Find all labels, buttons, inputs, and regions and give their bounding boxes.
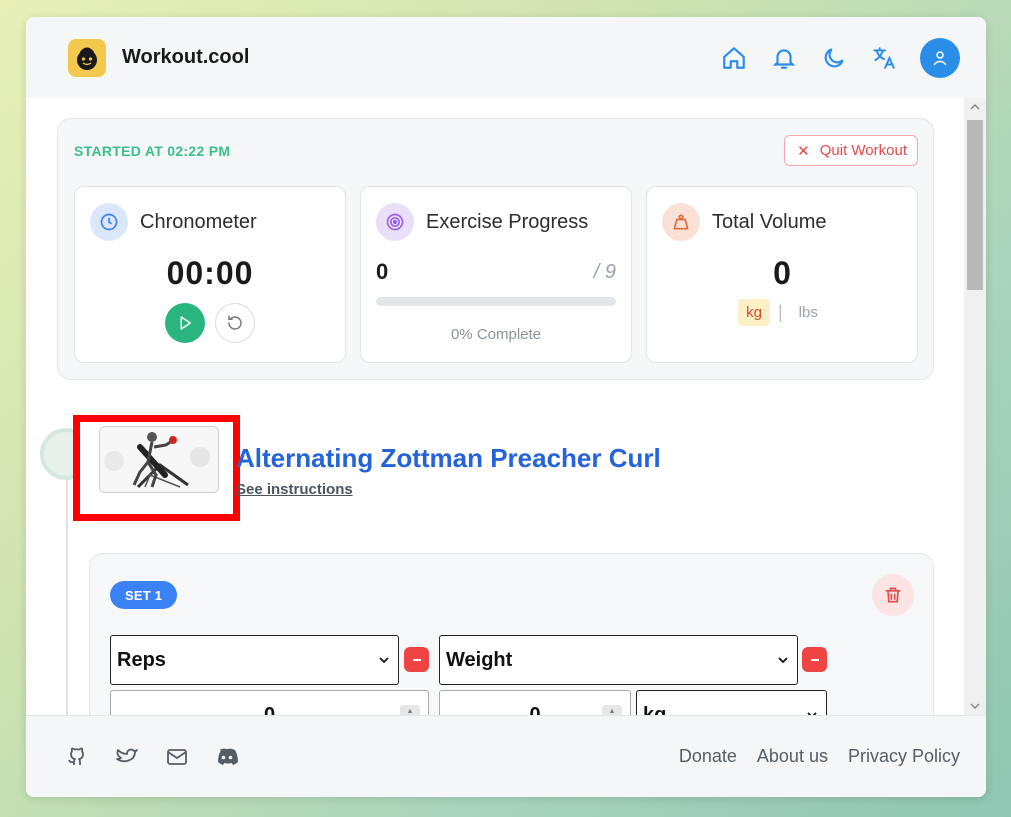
weight-unit-select[interactable]: kg bbox=[636, 690, 827, 715]
exercise-progress-card: Exercise Progress 0 / 9 0% Complete bbox=[360, 186, 632, 363]
scrollbar-thumb[interactable] bbox=[967, 120, 983, 290]
total-volume-value: 0 bbox=[773, 255, 791, 291]
quit-workout-button[interactable]: ✕ Quit Workout bbox=[784, 135, 918, 166]
scroll-up-arrow-icon[interactable] bbox=[964, 98, 986, 116]
weight-input[interactable]: 0 ▲▼ bbox=[439, 690, 631, 715]
started-at-label: STARTED AT 02:22 PM bbox=[74, 143, 231, 159]
trash-icon bbox=[885, 587, 901, 603]
chevron-down-icon bbox=[378, 649, 390, 672]
reps-spinner[interactable]: ▲▼ bbox=[400, 705, 420, 715]
left-field-select-value: Reps bbox=[117, 648, 166, 671]
unit-separator: | bbox=[777, 302, 783, 322]
app-title[interactable]: Workout.cool bbox=[122, 46, 249, 69]
chevron-down-icon bbox=[806, 704, 818, 715]
see-instructions-link[interactable]: See instructions bbox=[236, 481, 353, 498]
unit-kg-toggle[interactable]: kg bbox=[738, 299, 770, 326]
discord-icon[interactable] bbox=[214, 744, 240, 770]
quit-workout-label: Quit Workout bbox=[819, 142, 907, 159]
exercise-thumbnail-image[interactable] bbox=[99, 426, 219, 493]
left-field-select[interactable]: Reps bbox=[110, 635, 399, 685]
kettlebell-logo-icon[interactable] bbox=[68, 38, 106, 77]
chronometer-time: 00:00 bbox=[166, 255, 254, 291]
right-field-select-value: Weight bbox=[446, 648, 513, 671]
chronometer-card: Chronometer 00:00 bbox=[74, 186, 346, 363]
remove-reps-field-button[interactable] bbox=[404, 647, 429, 672]
vertical-scrollbar[interactable] bbox=[964, 98, 986, 715]
progress-done-count: 0 bbox=[376, 259, 389, 284]
total-volume-title: Total Volume bbox=[712, 210, 827, 233]
user-avatar-button[interactable] bbox=[920, 37, 960, 78]
weight-spinner[interactable]: ▲▼ bbox=[602, 705, 622, 715]
reset-button[interactable] bbox=[215, 303, 255, 343]
bell-icon[interactable] bbox=[770, 44, 798, 72]
weight-icon bbox=[662, 203, 700, 241]
about-us-link[interactable]: About us bbox=[757, 746, 828, 767]
weight-input-value: 0 bbox=[529, 703, 541, 716]
mail-icon[interactable] bbox=[164, 744, 190, 770]
total-volume-card: Total Volume 0 kg | lbs bbox=[646, 186, 918, 363]
progress-total-count: / 9 bbox=[593, 261, 616, 283]
set-badge: SET 1 bbox=[110, 581, 178, 609]
clock-icon bbox=[90, 203, 128, 241]
footer: Donate About us Privacy Policy bbox=[26, 715, 986, 797]
github-icon[interactable] bbox=[64, 744, 90, 770]
exercise-timeline bbox=[66, 480, 68, 715]
play-button[interactable] bbox=[165, 303, 205, 343]
right-field-select[interactable]: Weight bbox=[439, 635, 798, 685]
set-card: SET 1 Reps Weight 0 ▲ 0 ▲ kg bbox=[89, 553, 934, 715]
privacy-policy-link[interactable]: Privacy Policy bbox=[848, 746, 960, 767]
donate-link[interactable]: Donate bbox=[679, 746, 737, 767]
target-icon bbox=[376, 203, 414, 241]
exercise-thumbnail-highlight[interactable] bbox=[73, 415, 240, 521]
exercise-progress-title: Exercise Progress bbox=[426, 210, 589, 233]
twitter-icon[interactable] bbox=[114, 744, 140, 770]
chevron-down-icon bbox=[777, 649, 789, 672]
session-summary: STARTED AT 02:22 PM ✕ Quit Workout Chron… bbox=[57, 118, 934, 380]
remove-weight-field-button[interactable] bbox=[802, 647, 827, 672]
chronometer-title: Chronometer bbox=[140, 210, 257, 233]
unit-lbs-toggle[interactable]: lbs bbox=[791, 299, 826, 326]
scroll-down-arrow-icon[interactable] bbox=[964, 697, 986, 715]
exercise-title-link[interactable]: Alternating Zottman Preacher Curl bbox=[236, 443, 661, 474]
home-icon[interactable] bbox=[720, 44, 748, 72]
reps-input-value: 0 bbox=[263, 703, 276, 716]
translate-icon[interactable] bbox=[870, 44, 898, 72]
delete-set-button[interactable] bbox=[872, 574, 914, 616]
weight-unit-select-value: kg bbox=[643, 703, 667, 716]
progress-bar bbox=[376, 297, 616, 306]
header: Workout.cool bbox=[26, 17, 986, 98]
app-window: Workout.cool STARTED AT 02:22 PM ✕ Quit … bbox=[26, 17, 986, 797]
moon-icon[interactable] bbox=[820, 44, 848, 72]
close-icon: ✕ bbox=[797, 142, 810, 160]
reps-input[interactable]: 0 ▲▼ bbox=[110, 690, 429, 715]
progress-percent-label: 0% Complete bbox=[450, 326, 542, 343]
workout-content: STARTED AT 02:22 PM ✕ Quit Workout Chron… bbox=[26, 98, 964, 715]
